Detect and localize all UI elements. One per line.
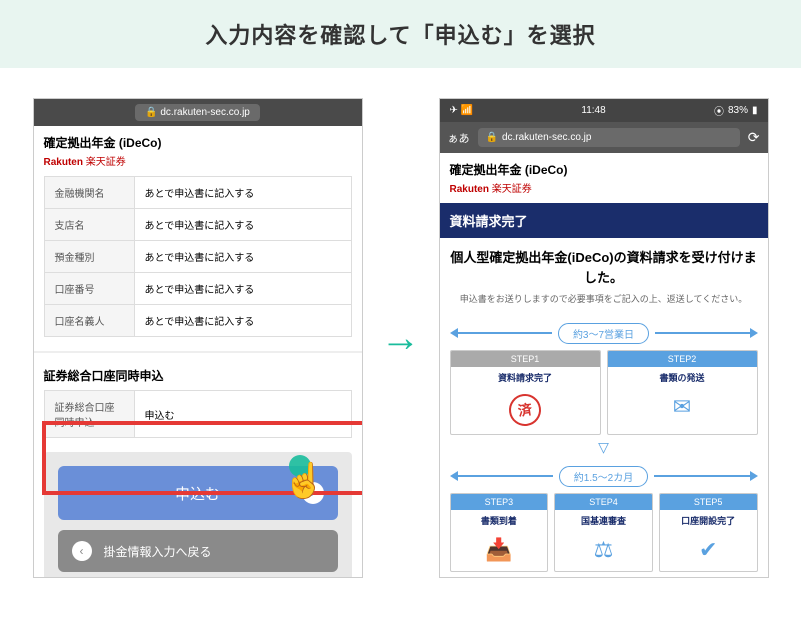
table-row: 支店名あとで申込書に記入する (44, 209, 351, 241)
step-2: STEP2書類の発送✉ (607, 350, 758, 435)
url-field[interactable]: 🔒 dc.rakuten-sec.co.jp (478, 128, 740, 147)
account-table: 証券総合口座 同時申込 申込む (44, 390, 352, 438)
table-row: 口座番号あとで申込書に記入する (44, 273, 351, 305)
step-3: STEP3書類到着📥 (450, 493, 549, 572)
arrow-left-icon (450, 471, 458, 481)
cell-label: 支店名 (44, 209, 134, 241)
back-contribution-button[interactable]: ‹ 掛金情報入力へ戻る (58, 530, 338, 572)
cell-value: あとで申込書に記入する (134, 273, 351, 305)
cell-value: あとで申込書に記入する (134, 305, 351, 337)
page-title: 確定拠出年金 (iDeCo) (34, 126, 362, 153)
arrow-right-icon: → (381, 316, 421, 361)
step-icon: ✔ (660, 531, 757, 571)
apply-button[interactable]: 申込む › (58, 466, 338, 520)
cell-label: 金融機関名 (44, 177, 134, 209)
step-head: STEP1 (451, 351, 600, 367)
cell-label: 証券総合口座 同時申込 (44, 391, 134, 438)
step-head: STEP4 (555, 494, 652, 510)
instruction-header: 入力内容を確認して「申込む」を選択 (0, 0, 801, 68)
back-button-label: 掛金情報入力へ戻る (104, 543, 212, 560)
step-label: 書類到着 (451, 510, 548, 531)
status-bar: ✈ 📶 11:48 ⦿ 83% ▮ (440, 99, 768, 122)
cell-label: 口座番号 (44, 273, 134, 305)
status-battery: ⦿ 83% ▮ (714, 103, 758, 118)
section-2-title: 証券総合口座同時申込 (34, 351, 362, 390)
apply-button-label: 申込む (175, 483, 220, 504)
stamp-icon: 済 (507, 391, 543, 427)
step-label: 口座開設完了 (660, 510, 757, 531)
step-label: 書類の発送 (608, 367, 757, 388)
confirmation-table: 金融機関名あとで申込書に記入する支店名あとで申込書に記入する預金種別あとで申込書… (44, 176, 352, 337)
step-head: STEP5 (660, 494, 757, 510)
step-icon: 済 (451, 388, 600, 434)
browser-nav-bar: ぁあ 🔒 dc.rakuten-sec.co.jp ⟳ (440, 122, 768, 153)
step-icon: 📥 (451, 531, 548, 571)
cell-value: あとで申込書に記入する (134, 177, 351, 209)
phones-container: 🔒 dc.rakuten-sec.co.jp 確定拠出年金 (iDeCo) Ra… (0, 68, 801, 608)
footnote: ※加入には国民年金基金連合会の審査があります (440, 572, 768, 579)
chevron-right-icon: › (302, 482, 324, 504)
page-title: 確定拠出年金 (iDeCo) (440, 153, 768, 180)
step-1: STEP1資料請求完了済 (450, 350, 601, 435)
completion-sub: 申込書をお送りしますので必要事項をご記入の上、返送してください。 (440, 293, 768, 317)
url-text[interactable]: 🔒 dc.rakuten-sec.co.jp (135, 104, 260, 121)
brand-logo: Rakuten 楽天証券 (440, 180, 768, 203)
brand-logo: Rakuten 楽天証券 (34, 153, 362, 176)
reload-icon[interactable]: ⟳ (748, 129, 760, 146)
cell-value: あとで申込書に記入する (134, 241, 351, 273)
period-label: 約1.5〜2カ月 (559, 466, 648, 487)
button-area: 申込む › ‹ 掛金情報入力へ戻る ‹ 加入者情報入力へ戻る (44, 452, 352, 578)
status-left: ✈ 📶 (450, 103, 474, 118)
step-5: STEP5口座開設完了✔ (659, 493, 758, 572)
period-1: 約3〜7営業日 (450, 323, 758, 344)
chevron-left-icon: ‹ (72, 541, 92, 561)
status-time: 11:48 (581, 103, 605, 118)
step-icon: ⚖ (555, 531, 652, 571)
browser-url-bar: 🔒 dc.rakuten-sec.co.jp (34, 99, 362, 126)
phone-left: 🔒 dc.rakuten-sec.co.jp 確定拠出年金 (iDeCo) Ra… (33, 98, 363, 578)
timeline: 約3〜7営業日 STEP1資料請求完了済STEP2書類の発送✉ ▽ 約1.5〜2… (440, 323, 768, 572)
completion-banner: 資料請求完了 (440, 203, 768, 238)
step-4: STEP4国基連審査⚖ (554, 493, 653, 572)
step-label: 資料請求完了 (451, 367, 600, 388)
cell-label: 口座名義人 (44, 305, 134, 337)
step-label: 国基連審査 (555, 510, 652, 531)
text-size-button[interactable]: ぁあ (448, 130, 470, 146)
cell-value: あとで申込書に記入する (134, 209, 351, 241)
step-head: STEP3 (451, 494, 548, 510)
completion-message: 個人型確定拠出年金(iDeCo)の資料請求を受け付けました。 (440, 238, 768, 293)
step-head: STEP2 (608, 351, 757, 367)
table-row: 口座名義人あとで申込書に記入する (44, 305, 351, 337)
arrow-left-icon (450, 328, 458, 338)
period-2: 約1.5〜2カ月 (450, 466, 758, 487)
cell-label: 預金種別 (44, 241, 134, 273)
cell-value: 申込む (134, 391, 351, 438)
table-row: 金融機関名あとで申込書に記入する (44, 177, 351, 209)
table-row: 証券総合口座 同時申込 申込む (44, 391, 351, 438)
step-icon: ✉ (608, 388, 757, 428)
arrow-right-icon (750, 471, 758, 481)
period-label: 約3〜7営業日 (558, 323, 649, 344)
down-arrow-icon: ▽ (450, 435, 758, 460)
instruction-title: 入力内容を確認して「申込む」を選択 (0, 18, 801, 50)
table-row: 預金種別あとで申込書に記入する (44, 241, 351, 273)
arrow-right-icon (750, 328, 758, 338)
phone-right: ✈ 📶 11:48 ⦿ 83% ▮ ぁあ 🔒 dc.rakuten-sec.co… (439, 98, 769, 578)
